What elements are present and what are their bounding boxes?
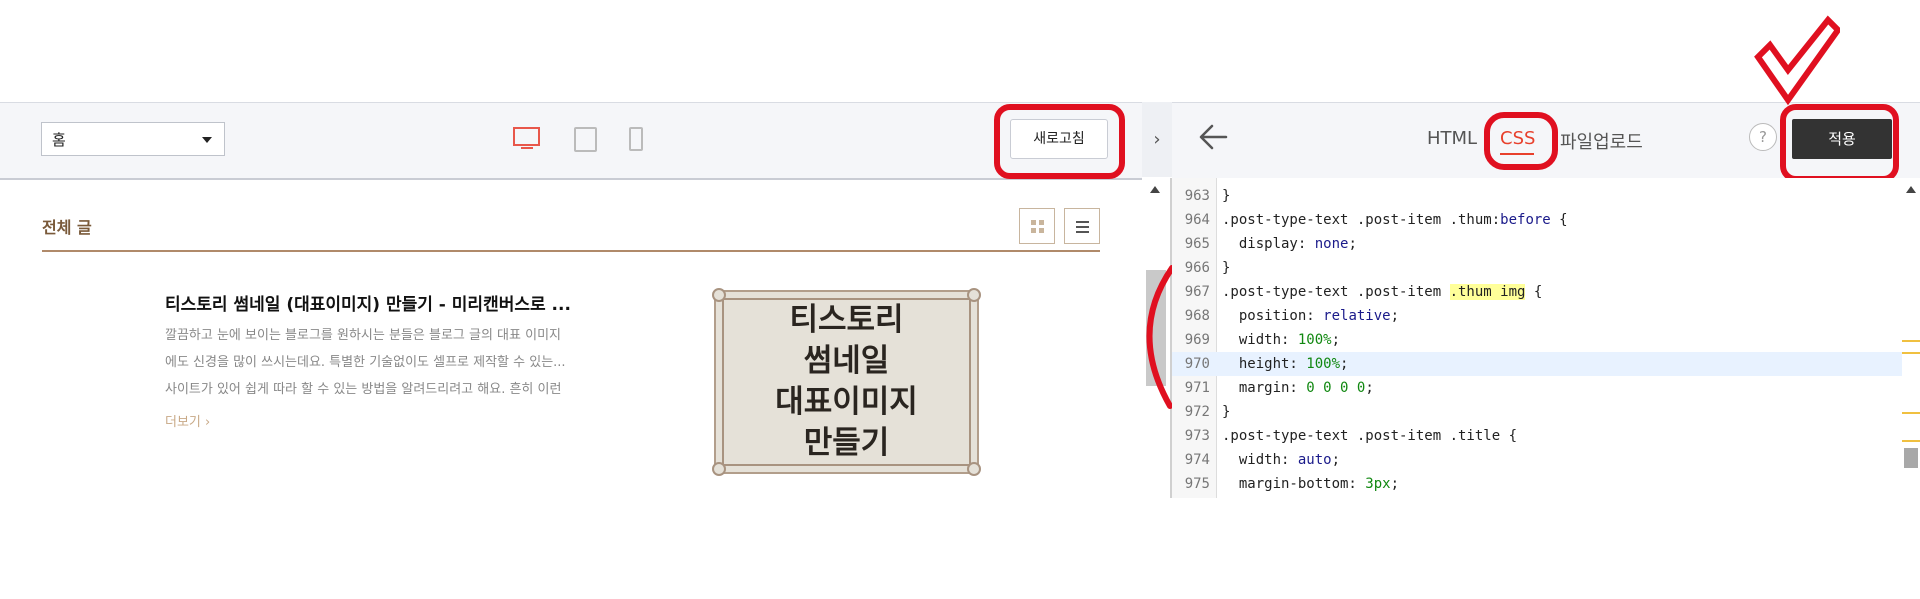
code-text: height: 100%; (1222, 356, 1349, 372)
tablet-icon[interactable] (574, 127, 597, 152)
thumbnail-line: 티스토리 (789, 302, 904, 338)
page-select-value: 홈 (52, 131, 66, 149)
line-number: 963 (1184, 188, 1210, 204)
code-line[interactable]: 967 .post-type-text .post-item .thum img … (1172, 280, 1902, 304)
more-link[interactable]: 더보기 › (165, 411, 210, 430)
search-match-marker (1902, 440, 1920, 442)
post-excerpt: 깔끔하고 눈에 보이는 블로그를 원하시는 분들은 블로그 글의 대표 이미지 … (165, 322, 615, 403)
list-view-icon (1076, 221, 1089, 223)
grid-view-button[interactable] (1019, 208, 1055, 244)
code-text: } (1222, 260, 1231, 276)
thumbnail-line: 썸네일 (803, 343, 890, 379)
line-number: 970 (1184, 356, 1210, 372)
code-line[interactable]: 973 .post-type-text .post-item .title { (1172, 424, 1902, 448)
line-number: 973 (1184, 428, 1210, 444)
line-number: 966 (1184, 260, 1210, 276)
excerpt-line: 깔끔하고 눈에 보이는 블로그를 원하시는 분들은 블로그 글의 대표 이미지 (165, 328, 561, 343)
code-line[interactable]: 963} (1172, 184, 1902, 208)
code-line[interactable]: 971 margin: 0 0 0 0; (1172, 376, 1902, 400)
code-text: .post-type-text .post-item .thum:before … (1222, 212, 1568, 228)
annotation-circle (1484, 112, 1558, 170)
code-line[interactable]: 970 height: 100%; (1172, 352, 1902, 376)
section-title: 전체 글 (42, 218, 92, 237)
desktop-icon-stand (521, 147, 533, 149)
list-view-button[interactable] (1064, 208, 1100, 244)
annotation-checkmark-icon (1754, 15, 1840, 106)
code-text: } (1222, 188, 1231, 204)
css-code-editor[interactable]: 963} 964 .post-type-text .post-item .thum:… (1172, 178, 1902, 498)
tab-html[interactable]: HTML (1427, 128, 1477, 149)
thumbnail-line: 대표이미지 (775, 384, 918, 420)
line-number: 972 (1184, 404, 1210, 420)
search-match-marker (1902, 340, 1920, 342)
arrow-left-icon[interactable] (1196, 120, 1230, 154)
list-view-icon-part (1076, 231, 1089, 233)
grid-view-icon (1031, 220, 1036, 225)
code-line[interactable]: 966} (1172, 256, 1902, 280)
frame-corner (967, 462, 981, 476)
editor-scroll-thumb[interactable] (1904, 448, 1918, 468)
code-line[interactable]: 965 display: none; (1172, 232, 1902, 256)
code-text: margin-bottom: 3px; (1222, 476, 1400, 492)
thumbnail-text: 티스토리 썸네일 대표이미지 만들기 (716, 300, 977, 464)
thumbnail-line: 만들기 (803, 425, 890, 461)
list-view-icon-part (1076, 226, 1089, 228)
excerpt-line: 사이트가 있어 쉽게 따라 할 수 있는 방법을 알려드리려고 해요. 흔히 이… (165, 382, 562, 397)
code-text: } (1222, 404, 1231, 420)
code-text: .post-type-text .post-item .thum img { (1222, 284, 1543, 300)
mobile-icon[interactable] (629, 127, 643, 151)
help-icon[interactable]: ? (1749, 123, 1777, 151)
chevron-right-icon[interactable]: › (1142, 102, 1172, 177)
page-select[interactable]: 홈 (41, 122, 225, 156)
line-number: 969 (1184, 332, 1210, 348)
code-line[interactable]: 968 position: relative; (1172, 304, 1902, 328)
tab-file-upload[interactable]: 파일업로드 (1560, 128, 1643, 154)
line-number: 965 (1184, 236, 1210, 252)
frame-corner (712, 462, 726, 476)
line-number: 971 (1184, 380, 1210, 396)
grid-view-icon-part (1031, 228, 1036, 233)
annotation-circle (994, 104, 1125, 179)
post-title-link[interactable]: 티스토리 썸네일 (대표이미지) 만들기 - 미리캔버스로 ... (165, 290, 615, 315)
code-text: width: 100%; (1222, 332, 1341, 348)
desktop-icon[interactable] (513, 127, 540, 146)
scroll-up-arrow-icon[interactable] (1906, 186, 1916, 193)
code-text: .post-type-text .post-item .title { (1222, 428, 1518, 444)
post-thumbnail[interactable]: 티스토리 썸네일 대표이미지 만들기 (712, 288, 981, 476)
grid-view-icon-part (1039, 228, 1044, 233)
line-number: 974 (1184, 452, 1210, 468)
search-match-marker (1902, 412, 1920, 414)
excerpt-line: 에도 신경을 많이 쓰시는데요. 특별한 기술없이도 셀프로 제작할 수 있는.… (165, 355, 566, 370)
code-text: display: none; (1222, 236, 1357, 252)
code-line[interactable]: 974 width: auto; (1172, 448, 1902, 472)
annotation-circle (1780, 104, 1899, 182)
code-line[interactable]: 975 margin-bottom: 3px; (1172, 472, 1902, 496)
line-number: 968 (1184, 308, 1210, 324)
section-divider (42, 250, 1100, 252)
line-number: 964 (1184, 212, 1210, 228)
search-match-marker (1902, 352, 1920, 354)
code-text: width: auto; (1222, 452, 1341, 468)
code-line[interactable]: 969 width: 100%; (1172, 328, 1902, 352)
code-line[interactable]: 972} (1172, 400, 1902, 424)
grid-view-icon-part (1039, 220, 1044, 225)
code-text: position: relative; (1222, 308, 1400, 324)
code-text: margin: 0 0 0 0; (1222, 380, 1374, 396)
chevron-down-icon (202, 137, 212, 143)
line-number: 967 (1184, 284, 1210, 300)
scroll-up-arrow-icon[interactable] (1150, 186, 1160, 193)
code-line[interactable]: 964 .post-type-text .post-item .thum:befo… (1172, 208, 1902, 232)
line-number: 975 (1184, 476, 1210, 492)
